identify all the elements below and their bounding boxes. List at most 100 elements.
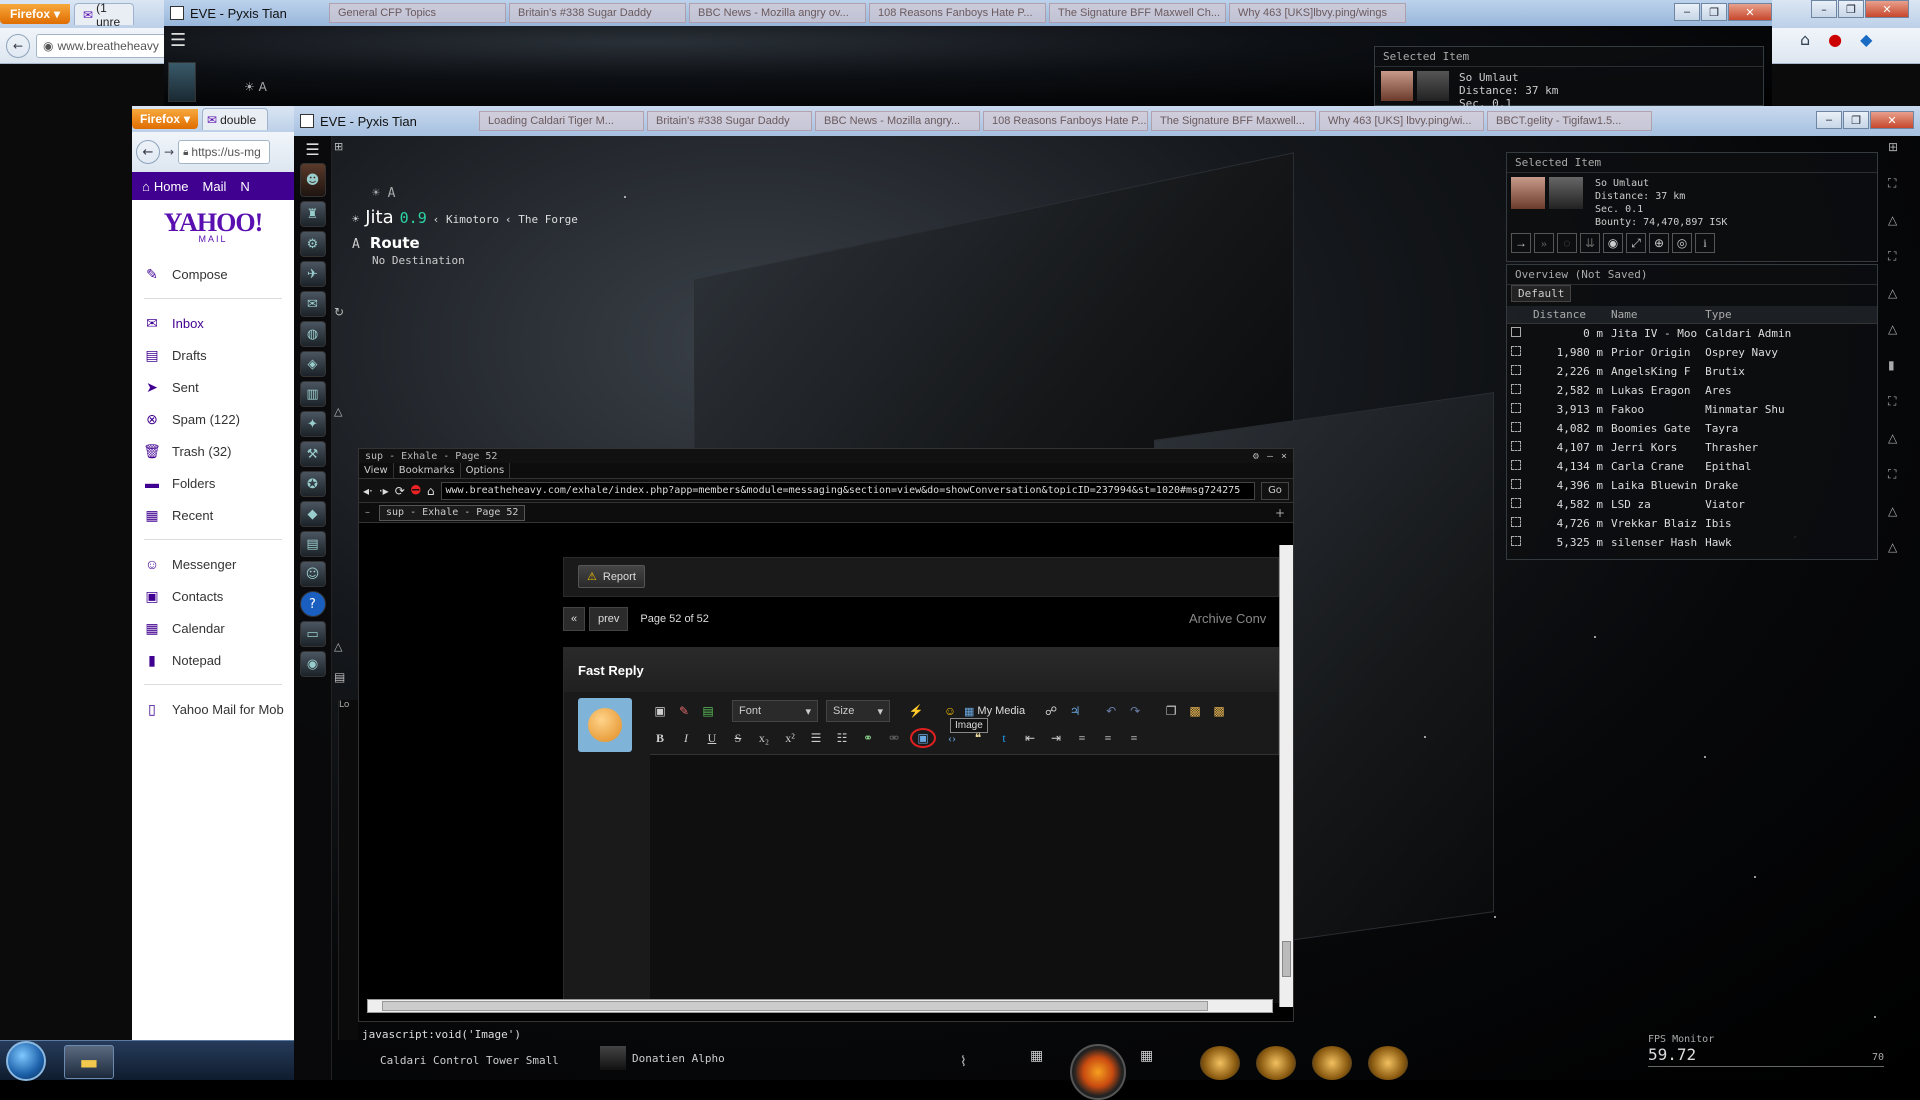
constellation-link[interactable]: ‹ Kimotoro [433,213,499,226]
minimize-icon[interactable]: – [1816,111,1842,129]
collapse-up-icon[interactable]: △ [1888,431,1898,445]
info-icon[interactable]: i [1695,233,1715,253]
overview-tab-default[interactable]: Default [1511,285,1572,302]
module-slot-icon[interactable] [1312,1046,1352,1080]
overview-row[interactable]: 4,726 m Vrekkar Blaiz Ibis [1507,514,1877,533]
wallet-icon[interactable]: ◆ [299,501,326,527]
fitting-icon[interactable]: ⚙ [299,231,326,257]
yahoo-app-contacts[interactable]: ▣ Contacts [144,580,294,612]
collapse-up-icon[interactable]: △ [1888,286,1898,300]
back-firefox-tab[interactable]: ✉ (1 unre [74,1,135,29]
ship-hangar-icon[interactable]: ✈ [299,261,326,287]
addon-icon[interactable]: ◆ [1860,30,1872,49]
character-sheet-icon[interactable]: ♜ [299,201,326,227]
firefox-menu-button[interactable]: Firefox ▾ [0,4,71,24]
paste-word-icon[interactable]: ▩ [1209,701,1229,721]
spoiler-icon[interactable]: ☍ [1041,701,1061,721]
font-select[interactable]: Font ▾ [732,700,818,722]
stop-icon[interactable]: ⛔︎ [411,483,421,498]
size-select[interactable]: Size ▾ [826,700,890,722]
close-icon[interactable]: ✕ [1728,3,1772,21]
minimize-icon[interactable]: – [1267,451,1273,462]
new-tab-icon[interactable]: + [1275,506,1285,520]
yahoo-news-link[interactable]: N [240,179,249,194]
corporation-icon[interactable]: ✦ [299,411,326,437]
overview-row[interactable]: 4,396 m Laika Bluewin Drake [1507,476,1877,495]
contacts-icon[interactable]: ☺ [299,561,326,587]
bracket-icon[interactable]: ⛶ [1888,176,1898,191]
yahoo-home-link[interactable]: ⌂ Home [142,179,189,194]
close-icon[interactable]: × [1281,451,1287,462]
character-portrait[interactable] [168,62,196,102]
home-icon[interactable]: ⌂ [1800,30,1810,49]
list-icon[interactable]: ▤ [334,670,345,684]
system-name[interactable]: Jita [365,207,393,228]
align-right-icon[interactable]: ≡ [1124,728,1144,748]
paste-icon[interactable]: ▩ [1185,701,1205,721]
overview-row[interactable]: 4,082 m Boomies Gate Tayra [1507,419,1877,438]
yahoo-mobile-link[interactable]: ▯ Yahoo Mail for Mob [144,693,294,725]
module-slot-icon[interactable] [1200,1046,1240,1080]
bracket-icon[interactable]: ⛶ [1888,394,1898,409]
industry-icon[interactable]: ⚒ [299,441,326,467]
reply-editor[interactable] [650,754,1279,1003]
target-portrait[interactable] [1511,177,1545,209]
subscript-icon[interactable]: x₂ [754,728,774,748]
igb-vertical-scrollbar[interactable] [1279,545,1293,1007]
igb-menu-view[interactable]: View [359,463,394,478]
igb-horizontal-scrollbar[interactable] [367,999,1273,1013]
eve-tab[interactable]: Why 463 [UKS] lbvy.ping/wi... [1319,111,1484,131]
overview-row[interactable]: 5,325 m silenser Hash Hawk [1507,533,1877,552]
lock-target-icon[interactable]: ⊕ [1649,233,1669,253]
yahoo-app-messenger[interactable]: ☺ Messenger [144,548,294,580]
journal-icon[interactable]: ▤ [299,531,326,557]
scroll-thumb[interactable] [382,1001,1208,1011]
tab-minus-icon[interactable]: – [365,507,370,518]
archive-conversation-link[interactable]: Archive Conv [1189,611,1266,626]
underline-icon[interactable]: U [702,728,722,748]
special-char-icon[interactable]: ♃ [1065,701,1085,721]
eve-tab[interactable]: The Signature BFF Maxwell... [1151,111,1316,131]
back-eve-tab[interactable]: BBC News - Mozilla angry ov... [689,3,866,23]
market-icon[interactable]: ▥ [299,381,326,407]
collapse-up-icon[interactable]: △ [1888,504,1898,518]
yahoo-nav-inbox[interactable]: ✉ Inbox [144,307,294,339]
report-button[interactable]: ⚠ Report [578,565,645,588]
browser-icon[interactable]: ◉ [299,651,326,677]
minimize-icon[interactable]: – [1811,0,1837,18]
front-url-field[interactable]: 🔒︎ https://us-mg [178,140,271,164]
region-link[interactable]: ‹ The Forge [505,213,578,226]
link-icon[interactable]: ⚭ [858,728,878,748]
target-ship-icon[interactable] [1549,177,1583,209]
overview-col-type[interactable]: Type [1701,306,1877,324]
paste-text-icon[interactable]: ▤ [698,701,718,721]
module-slot-icon[interactable] [1368,1046,1408,1080]
bottom-item-1[interactable]: Caldari Control Tower Small [380,1054,559,1067]
back-eve-tab[interactable]: The Signature BFF Maxwell Ch... [1049,3,1226,23]
adblock-icon[interactable]: ● [1828,30,1842,49]
look-at-icon[interactable]: ◎ [1672,233,1692,253]
italic-icon[interactable]: I [676,728,696,748]
options-icon[interactable]: ⊞ [334,140,343,153]
front-firefox-menu-button[interactable]: Firefox ▾ [132,109,199,129]
igb-menu-bookmarks[interactable]: Bookmarks [394,463,461,478]
collapse-up-icon[interactable]: △ [1888,322,1898,336]
collapse-up-icon[interactable]: △ [334,405,342,418]
eraser-icon[interactable]: ✎ [674,701,694,721]
scroll-thumb[interactable] [1282,941,1291,977]
strikethrough-icon[interactable]: S [728,728,748,748]
back-arrow-icon[interactable]: ← [6,33,30,58]
undo-icon[interactable]: ↶ [1101,701,1121,721]
panel-icon[interactable]: ▦ [1140,1048,1153,1064]
refresh-icon[interactable]: ↻ [334,305,344,319]
bracket-icon[interactable]: ⛶ [1888,249,1898,264]
collapse-up-icon[interactable]: △ [1888,213,1898,227]
eve-tab[interactable]: Britain's #338 Sugar Daddy [647,111,812,131]
back-arrow-icon[interactable]: ◂· [363,484,373,498]
align-center-icon[interactable]: ≡ [1098,728,1118,748]
yahoo-nav-folders[interactable]: ▬ Folders [144,467,294,499]
overview-col-name[interactable]: Name [1607,306,1702,324]
bottom-item-2[interactable]: Donatien Alpho [600,1046,725,1070]
keep-range-icon[interactable]: ⤢ [1626,233,1646,253]
igb-url-field[interactable]: www.breatheheavy.com/exhale/index.php?ap… [440,481,1255,500]
